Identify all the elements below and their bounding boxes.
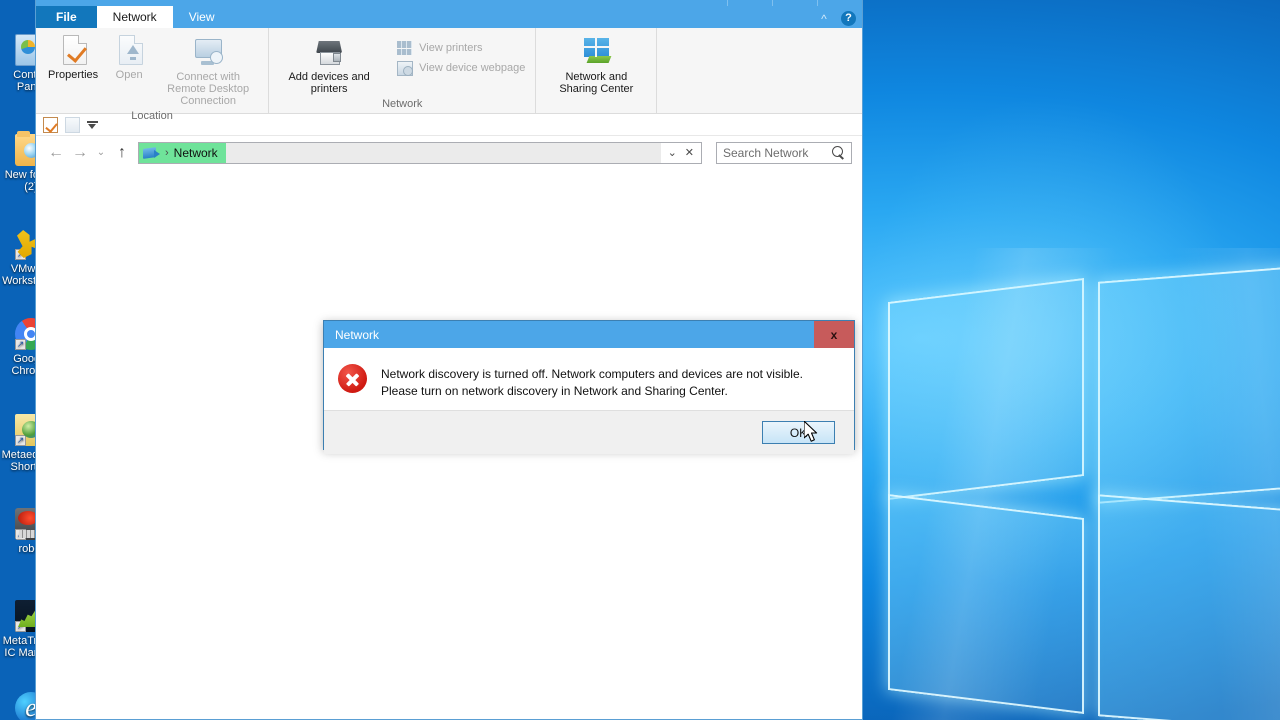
dialog-close-button[interactable]: x <box>814 321 854 348</box>
recent-locations-button[interactable]: ⌄ <box>92 141 110 165</box>
connect-remote-desktop-button[interactable]: Connect with Remote Desktop Connection <box>154 32 262 110</box>
remote-desktop-icon <box>192 35 224 67</box>
dialog-message: Network discovery is turned off. Network… <box>381 367 803 398</box>
ribbon-group-network-items: Add devices and printers View printers V… <box>269 32 535 98</box>
dialog-body: Network discovery is turned off. Network… <box>324 348 854 411</box>
search-icon[interactable] <box>832 146 845 159</box>
tab-view[interactable]: View <box>173 6 231 28</box>
ribbon-group-location: Properties Open Connect with Remote Desk… <box>36 28 270 122</box>
logo-pane-top-left <box>888 277 1084 501</box>
up-button[interactable]: ↑ <box>110 141 134 165</box>
quick-open-icon[interactable] <box>65 116 80 133</box>
dialog-footer: OK <box>324 411 854 454</box>
ok-button[interactable]: OK <box>762 421 835 444</box>
breadcrumb[interactable]: › Network <box>139 142 226 163</box>
open-label: Open <box>115 69 143 81</box>
properties-button[interactable]: Properties <box>42 32 104 84</box>
ribbon-group-sharing-items: Network and Sharing Center <box>536 32 656 110</box>
add-devices-and-printers-button[interactable]: Add devices and printers <box>275 32 383 98</box>
desktop: Control Panel New folder (2) ↗ VMware Wo… <box>0 0 1280 720</box>
help-icon[interactable]: ? <box>841 11 856 26</box>
shortcut-arrow-icon: ↗ <box>15 339 26 350</box>
shortcut-arrow-icon: ↗ <box>15 621 26 632</box>
open-button[interactable]: Open <box>104 32 154 84</box>
stop-refresh-icon[interactable]: ✕ <box>685 146 694 159</box>
shortcut-arrow-icon: ↗ <box>15 249 26 260</box>
dialog-title-bar[interactable]: Network x <box>324 321 854 348</box>
ribbon-group-network: Add devices and printers View printers V… <box>269 28 537 113</box>
logo-pane-bottom-right <box>1098 494 1280 720</box>
view-device-webpage-label: View device webpage <box>419 62 526 74</box>
forward-button[interactable]: → <box>68 141 92 165</box>
properties-label: Properties <box>48 69 99 81</box>
logo-pane-top-right <box>1098 258 1280 504</box>
network-and-sharing-center-button[interactable]: Network and Sharing Center <box>542 32 650 98</box>
ribbon: Properties Open Connect with Remote Desk… <box>36 28 862 122</box>
view-device-webpage-icon <box>397 60 414 76</box>
view-device-webpage-button[interactable]: View device webpage <box>393 58 529 78</box>
tab-file[interactable]: File <box>36 6 97 28</box>
chevron-down-icon[interactable]: ⌄ <box>668 146 677 159</box>
search-input[interactable]: Search Network <box>716 141 852 164</box>
view-printers-icon <box>397 40 413 56</box>
quick-properties-icon[interactable] <box>43 116 58 133</box>
address-bar-empty-area[interactable] <box>225 142 661 163</box>
ribbon-tab-bar: File Network View ^ ? <box>36 6 862 28</box>
properties-icon <box>63 35 88 65</box>
windows-hero-logo <box>858 248 1280 720</box>
tab-network[interactable]: Network <box>96 6 173 28</box>
customize-dropdown-icon[interactable] <box>87 119 98 130</box>
search-placeholder: Search Network <box>723 145 809 160</box>
view-printers-label: View printers <box>419 42 483 54</box>
connect-remote-desktop-label: Connect with Remote Desktop Connection <box>167 71 250 107</box>
navigation-bar: ← → ⌄ ↑ › Network ⌄ ✕ Search Network <box>36 136 862 169</box>
ribbon-group-label-sharing <box>536 110 656 113</box>
address-bar-tools: ⌄ ✕ <box>660 142 701 163</box>
network-sharing-center-icon <box>580 35 612 67</box>
breadcrumb-path-label[interactable]: Network <box>174 146 218 160</box>
printer-icon <box>313 35 345 67</box>
network-discovery-dialog: Network x Network discovery is turned of… <box>323 320 855 454</box>
dialog-title: Network <box>335 327 380 342</box>
back-button[interactable]: ← <box>44 141 68 165</box>
ribbon-group-location-items: Properties Open Connect with Remote Desk… <box>36 32 268 110</box>
network-small-commands: View printers View device webpage <box>383 32 529 78</box>
ribbon-controls: ^ ? <box>817 11 856 26</box>
add-devices-label: Add devices and printers <box>288 71 370 95</box>
address-bar[interactable]: › Network ⌄ ✕ <box>138 141 702 164</box>
breadcrumb-separator: › <box>165 146 169 159</box>
ribbon-group-sharing: Network and Sharing Center <box>536 28 658 113</box>
ribbon-group-label-network: Network <box>382 98 423 110</box>
chevron-up-icon[interactable]: ^ <box>817 12 831 26</box>
view-printers-button[interactable]: View printers <box>393 38 529 58</box>
logo-pane-bottom-left <box>888 493 1084 715</box>
open-icon <box>119 35 144 65</box>
error-icon <box>338 364 367 393</box>
network-crumb-icon <box>143 146 160 160</box>
shortcut-arrow-icon: ↗ <box>15 435 26 446</box>
shortcut-arrow-icon: ↗ <box>15 529 26 540</box>
network-sharing-center-label: Network and Sharing Center <box>559 71 634 95</box>
